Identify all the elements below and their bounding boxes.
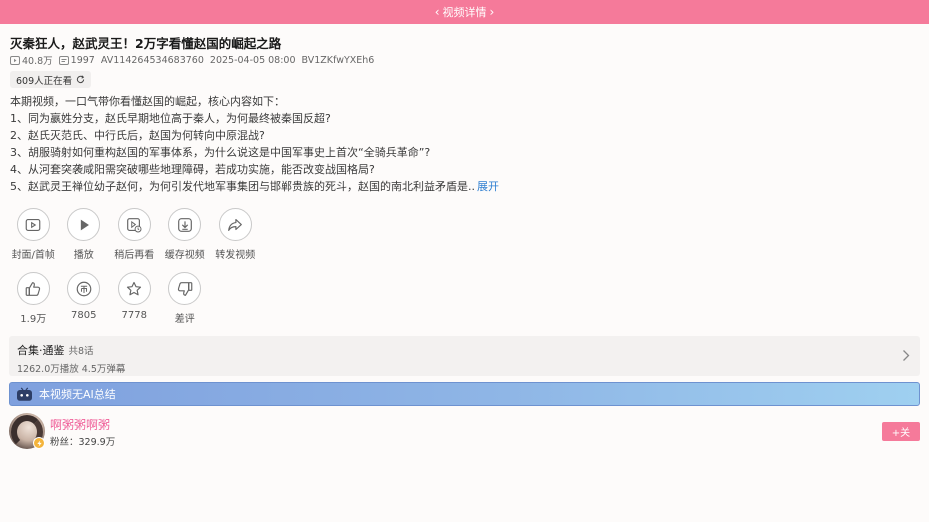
publish-datetime: 2025-04-05 08:00 [209, 54, 296, 66]
share-button[interactable]: 转发视频 [210, 208, 261, 261]
cover-button-circle [16, 208, 50, 241]
watch-later-button[interactable]: 稍后再看 [109, 208, 160, 261]
watching-count: 609人正在看 [16, 75, 73, 87]
coin-button[interactable]: 7805 [59, 272, 110, 325]
action-label: 稍后再看 [114, 250, 155, 261]
description-line: 3、胡服骑射如何重构赵国的军事体系，为什么说这是中国军事史上首次“全骑兵革命”? [10, 146, 431, 159]
coin-count: 7805 [71, 310, 97, 321]
collection-stats: 1262.0万播放 4.5万弹幕 [17, 364, 126, 375]
cover-icon [25, 218, 41, 231]
dislike-button[interactable]: 差评 [160, 272, 211, 325]
chevron-right-icon[interactable]: › [487, 5, 498, 19]
play-icon [80, 219, 89, 230]
description-line: 本期视频，一口气带你看懂赵国的崛起，核心内容如下： [10, 95, 285, 108]
views-stat: 40.8万 [10, 53, 53, 67]
collection-title-row: 合集·通鉴 共8话 [17, 342, 94, 358]
follow-button[interactable]: +关 [882, 422, 920, 441]
share-button-circle [218, 208, 252, 241]
watching-badge[interactable]: 609人正在看 [10, 71, 92, 88]
action-label: 播放 [73, 250, 94, 261]
action-label: 转发视频 [215, 250, 256, 261]
page-title: 视频详情 [442, 6, 487, 19]
download-icon [177, 217, 192, 232]
dislike-button-circle [168, 272, 202, 305]
description-line-last: 5、赵武灵王禅位幼子赵何，为何引发代地军事集团与邯郸贵族的死斗，赵国的南北利益矛… [10, 178, 915, 195]
cache-video-button-circle [168, 208, 202, 241]
verified-badge-icon [33, 437, 45, 449]
action-row-1: 封面/首帧 播放 稍后再看 缓存视频 转发视频 [8, 208, 268, 261]
favorite-button[interactable]: 7778 [109, 272, 160, 325]
top-bar: ‹ 视频详情 › [0, 0, 929, 24]
description-line: 1、同为嬴姓分支，赵氏早期地位高于秦人，为何最终被秦国反超? [10, 112, 331, 125]
play-button-circle [67, 208, 101, 241]
danmaku-count: 1997 [70, 54, 95, 66]
dislike-label: 差评 [174, 314, 195, 325]
collection-card[interactable]: 合集·通鉴 共8话 1262.0万播放 4.5万弹幕 [9, 336, 920, 376]
star-icon [127, 281, 142, 295]
watch-later-button-circle [117, 208, 151, 241]
coin-icon [76, 281, 92, 296]
thumbs-up-icon [25, 281, 41, 296]
watch-later-icon [127, 217, 142, 233]
play-count-icon [10, 55, 20, 65]
favorite-button-circle [117, 272, 151, 305]
collection-name: 合集·通鉴 [17, 344, 65, 357]
video-title: 灭秦狂人，赵武灵王！2万字看懂赵国的崛起之路 [10, 36, 282, 51]
uploader-name[interactable]: 啊粥粥啊粥 [50, 416, 110, 433]
danmaku-icon [58, 55, 69, 65]
ai-summary-bar[interactable]: 本视频无AI总结 [9, 382, 920, 406]
video-description: 本期视频，一口气带你看懂赵国的崛起，核心内容如下： 1、同为嬴姓分支，赵氏早期地… [10, 93, 915, 195]
share-icon [228, 218, 243, 231]
description-line: 4、从河套突袭咸阳需突破哪些地理障碍，若成功实施，能否改变战国格局? [10, 163, 375, 176]
ai-summary-text: 本视频无AI总结 [39, 388, 116, 401]
description-line-text: 5、赵武灵王禅位幼子赵何，为何引发代地军事集团与邯郸贵族的死斗，赵国的南北利益矛… [10, 180, 475, 193]
video-meta: 40.8万 1997 AV114264534683760 2025-04-05 … [10, 53, 380, 67]
cache-video-button[interactable]: 缓存视频 [160, 208, 211, 261]
danmaku-stat: 1997 [58, 54, 95, 66]
like-button[interactable]: 1.9万 [8, 272, 59, 325]
thumbs-down-icon [177, 281, 193, 296]
collection-episode-count: 共8话 [68, 346, 94, 357]
views-count: 40.8万 [22, 56, 53, 67]
refresh-icon[interactable] [76, 75, 85, 84]
expand-link[interactable]: 展开 [477, 180, 499, 193]
uploader-row: 啊粥粥啊粥 粉丝：329.9万 +关 [9, 413, 920, 451]
lightning-icon [36, 439, 42, 447]
uploader-fans: 粉丝：329.9万 [50, 437, 116, 448]
action-label: 封面/首帧 [11, 250, 55, 261]
coin-button-circle [67, 272, 101, 305]
like-button-circle [16, 272, 50, 305]
favorite-count: 7778 [121, 310, 147, 321]
av-number: AV114264534683760 [100, 54, 204, 66]
chevron-right-icon[interactable] [902, 349, 910, 362]
action-row-2: 1.9万 7805 7778 差评 [8, 272, 268, 325]
chevron-left-icon[interactable]: ‹ [432, 5, 443, 19]
action-label: 缓存视频 [164, 250, 205, 261]
bv-number: BV1ZKfwYXEh6 [301, 54, 375, 66]
like-count: 1.9万 [20, 314, 47, 325]
play-button[interactable]: 播放 [59, 208, 110, 261]
cover-button[interactable]: 封面/首帧 [8, 208, 59, 261]
tv-robot-icon [17, 387, 32, 401]
description-line: 2、赵氏灭范氏、中行氏后，赵国为何转向中原混战? [10, 129, 265, 142]
